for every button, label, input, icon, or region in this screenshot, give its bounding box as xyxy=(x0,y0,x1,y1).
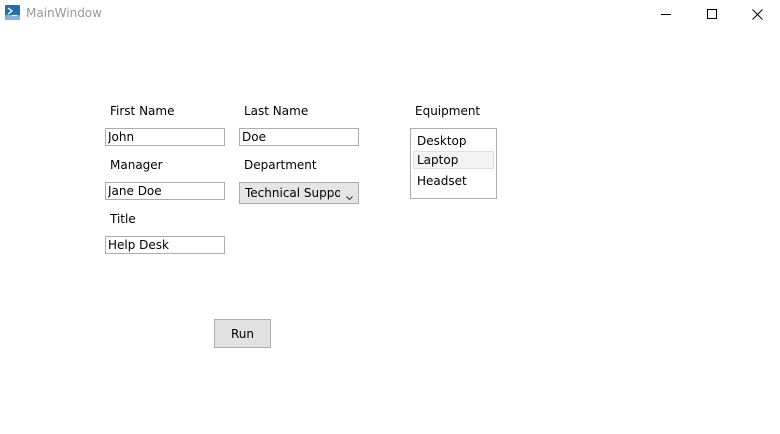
equipment-listbox[interactable]: Desktop Laptop Headset xyxy=(410,128,497,199)
department-selected-value: Technical Support xyxy=(245,186,340,200)
list-item-headset[interactable]: Headset xyxy=(413,172,494,190)
manager-field[interactable] xyxy=(105,182,225,200)
close-icon xyxy=(751,8,763,20)
title-label: Title xyxy=(110,212,136,226)
close-button[interactable] xyxy=(734,0,780,28)
list-item-laptop[interactable]: Laptop xyxy=(413,151,494,169)
maximize-button[interactable] xyxy=(689,0,735,28)
run-button[interactable]: Run xyxy=(214,319,271,348)
minimize-button[interactable] xyxy=(643,0,689,28)
last-name-field[interactable] xyxy=(239,128,359,146)
department-dropdown[interactable]: Technical Support xyxy=(239,182,359,204)
last-name-label: Last Name xyxy=(244,104,309,118)
window-title: MainWindow xyxy=(26,6,102,20)
list-item-desktop[interactable]: Desktop xyxy=(413,132,494,150)
maximize-icon xyxy=(707,9,717,19)
first-name-label: First Name xyxy=(110,104,175,118)
chevron-down-icon xyxy=(346,190,353,203)
title-bar: MainWindow xyxy=(0,0,780,28)
title-field[interactable] xyxy=(105,236,225,254)
manager-label: Manager xyxy=(110,158,163,172)
equipment-label: Equipment xyxy=(415,104,481,118)
minimize-icon xyxy=(661,9,671,19)
powershell-icon xyxy=(5,5,20,20)
first-name-field[interactable] xyxy=(105,128,225,146)
department-label: Department xyxy=(244,158,317,172)
